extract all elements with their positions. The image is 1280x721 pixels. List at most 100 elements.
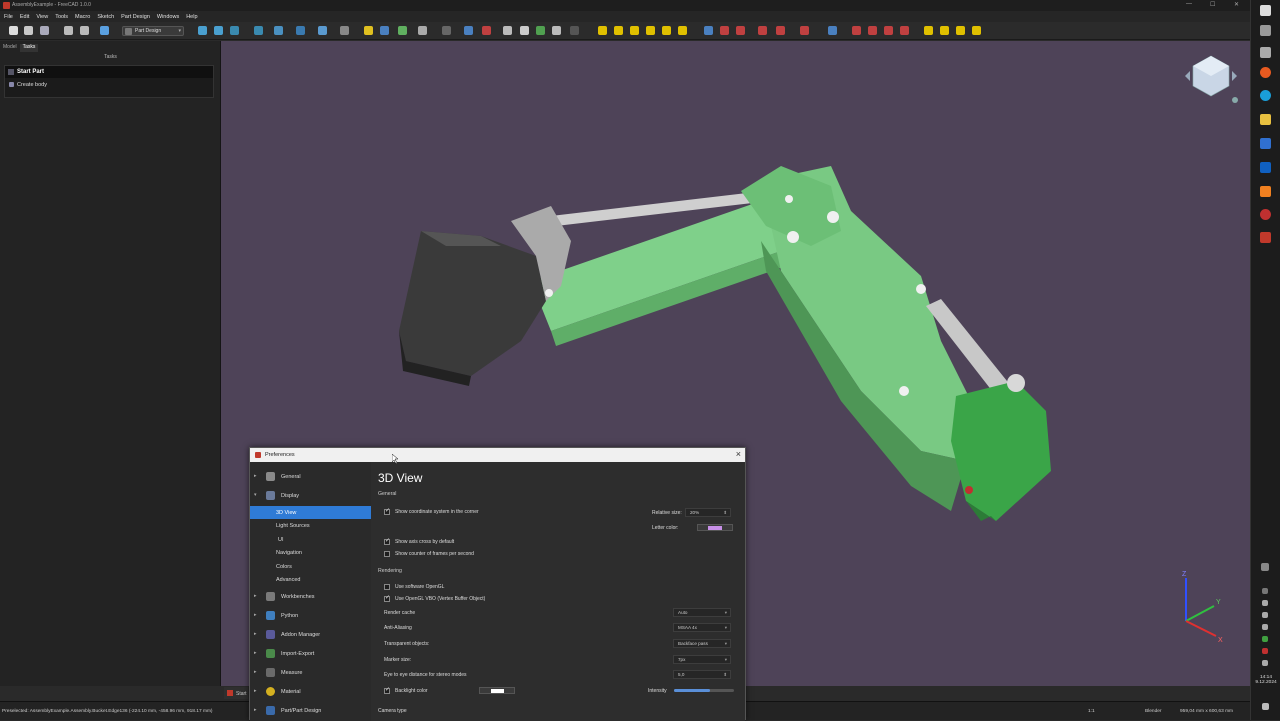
navigation-style[interactable]: Blender (1145, 709, 1162, 714)
battery-icon[interactable] (1262, 624, 1268, 630)
sketch-icon[interactable] (482, 26, 491, 35)
linear-pattern-icon[interactable] (852, 26, 861, 35)
view-front-icon[interactable] (254, 26, 263, 35)
menu-windows[interactable]: Windows (157, 14, 179, 20)
loft-icon[interactable] (630, 26, 639, 35)
redo-icon[interactable] (80, 26, 89, 35)
group-icon[interactable] (364, 26, 373, 35)
opera-icon[interactable] (1260, 209, 1271, 220)
thickness-icon[interactable] (956, 26, 965, 35)
nav-workbenches[interactable]: ▸ Workbenches (250, 590, 371, 603)
eye-distance-spinbox[interactable]: 5,0 ⬍ (673, 670, 731, 679)
windows-start-icon[interactable] (1260, 5, 1271, 16)
subtractive-loft-icon[interactable] (758, 26, 767, 35)
tray-red-icon[interactable] (1262, 648, 1268, 654)
refresh-icon[interactable] (100, 26, 109, 35)
render-cache-select[interactable]: Auto ▾ (673, 608, 731, 617)
close-dialog-button[interactable]: × (736, 449, 741, 459)
fit-selection-icon[interactable] (214, 26, 223, 35)
multi-transform-icon[interactable] (884, 26, 893, 35)
dialog-title-bar[interactable]: Preferences × (250, 448, 745, 462)
nav-ui[interactable]: UI (250, 533, 371, 546)
mirrored-icon[interactable] (828, 26, 837, 35)
relative-size-spinbox[interactable]: 20% ⬍ (685, 508, 731, 517)
nav-addon-manager[interactable]: ▸ Addon Manager (250, 628, 371, 641)
clone-icon[interactable] (552, 26, 561, 35)
menu-help[interactable]: Help (186, 14, 197, 20)
view-top-icon[interactable] (274, 26, 283, 35)
shape-binder-icon[interactable] (536, 26, 545, 35)
measure-icon[interactable] (318, 26, 327, 35)
datum-line-icon[interactable] (520, 26, 529, 35)
tray-green-icon[interactable] (1262, 636, 1268, 642)
nav-part-design[interactable]: ▸ Part/Part Design (250, 704, 371, 717)
freecad-taskbar-icon[interactable] (1260, 232, 1271, 243)
nav-3d-view[interactable]: 3D View (250, 506, 371, 519)
outlook-icon[interactable] (1260, 162, 1271, 173)
letter-color-button[interactable] (697, 524, 733, 531)
link-icon[interactable] (380, 26, 389, 35)
polar-pattern-icon[interactable] (868, 26, 877, 35)
blender-icon[interactable] (1260, 186, 1271, 197)
edge-icon[interactable] (1260, 90, 1271, 101)
menu-macro[interactable]: Macro (75, 14, 90, 20)
pocket-icon[interactable] (704, 26, 713, 35)
view-right-icon[interactable] (296, 26, 305, 35)
additive-primitive-icon[interactable] (678, 26, 687, 35)
nav-light-sources[interactable]: Light Sources (250, 519, 371, 532)
pipe-icon[interactable] (646, 26, 655, 35)
nav-measure[interactable]: ▸ Measure (250, 666, 371, 679)
hole-icon[interactable] (720, 26, 729, 35)
language-icon[interactable] (1262, 660, 1268, 666)
menu-part-design[interactable]: Part Design (121, 14, 150, 20)
nav-python[interactable]: ▸ Python (250, 609, 371, 622)
menu-file[interactable]: File (4, 14, 13, 20)
software-opengl-checkbox[interactable]: Use software OpenGL (384, 584, 444, 591)
scale-indicator[interactable]: 1:1 (1088, 709, 1095, 714)
anti-aliasing-select[interactable]: MSAA 4x ▾ (673, 623, 731, 632)
chamfer-icon[interactable] (924, 26, 933, 35)
nav-material[interactable]: ▸ Material (250, 685, 371, 698)
subtractive-pipe-icon[interactable] (776, 26, 785, 35)
new-file-icon[interactable] (9, 26, 18, 35)
subtractive-primitive-icon[interactable] (800, 26, 809, 35)
groove-icon[interactable] (736, 26, 745, 35)
task-box-header[interactable]: Start Part (5, 66, 213, 78)
search-icon[interactable] (1260, 25, 1271, 36)
datum-point-icon[interactable] (503, 26, 512, 35)
close-window-button[interactable]: ✕ (1234, 1, 1239, 8)
opengl-vbo-checkbox[interactable]: Use OpenGL VBO (Vertex Buffer Object) (384, 595, 485, 603)
undo-icon[interactable] (64, 26, 73, 35)
nav-advanced[interactable]: Advanced (250, 573, 371, 586)
backlight-checkbox[interactable]: Backlight color (384, 687, 428, 695)
boolean-icon[interactable] (972, 26, 981, 35)
maximize-button[interactable]: ☐ (1210, 1, 1215, 8)
show-coord-system-checkbox[interactable]: Show coordinate system in the corner (384, 508, 479, 516)
fit-all-icon[interactable] (198, 26, 207, 35)
marker-size-select[interactable]: 7px ▾ (673, 655, 731, 664)
nav-display[interactable]: ▾ Display (250, 489, 371, 502)
link-make-icon[interactable] (398, 26, 407, 35)
network-icon[interactable] (1262, 600, 1268, 606)
draft-icon[interactable] (940, 26, 949, 35)
sub-shape-binder-icon[interactable] (570, 26, 579, 35)
tray-app-icon[interactable] (1261, 563, 1269, 571)
file-explorer-icon[interactable] (1260, 114, 1271, 125)
start-page-tab[interactable]: Start (224, 687, 248, 699)
std-part-icon[interactable] (340, 26, 349, 35)
workbench-selector[interactable]: Part Design ▾ (122, 26, 184, 36)
store-icon[interactable] (1260, 138, 1271, 149)
backlight-color-button[interactable] (479, 687, 515, 694)
volume-icon[interactable] (1262, 612, 1268, 618)
create-body-link[interactable]: Create body (5, 78, 213, 88)
transparent-objects-select[interactable]: Backface pass ▾ (673, 639, 731, 648)
pointer-icon[interactable] (442, 26, 451, 35)
pad-icon[interactable] (598, 26, 607, 35)
nav-import-export[interactable]: ▸ Import-Export (250, 647, 371, 660)
show-axis-cross-checkbox[interactable]: Show axis cross by default (384, 538, 454, 546)
nav-colors[interactable]: Colors (250, 560, 371, 573)
view-isometric-icon[interactable] (230, 26, 239, 35)
firefox-icon[interactable] (1260, 67, 1271, 78)
menu-view[interactable]: View (36, 14, 48, 20)
tab-model[interactable]: Model (0, 44, 20, 52)
